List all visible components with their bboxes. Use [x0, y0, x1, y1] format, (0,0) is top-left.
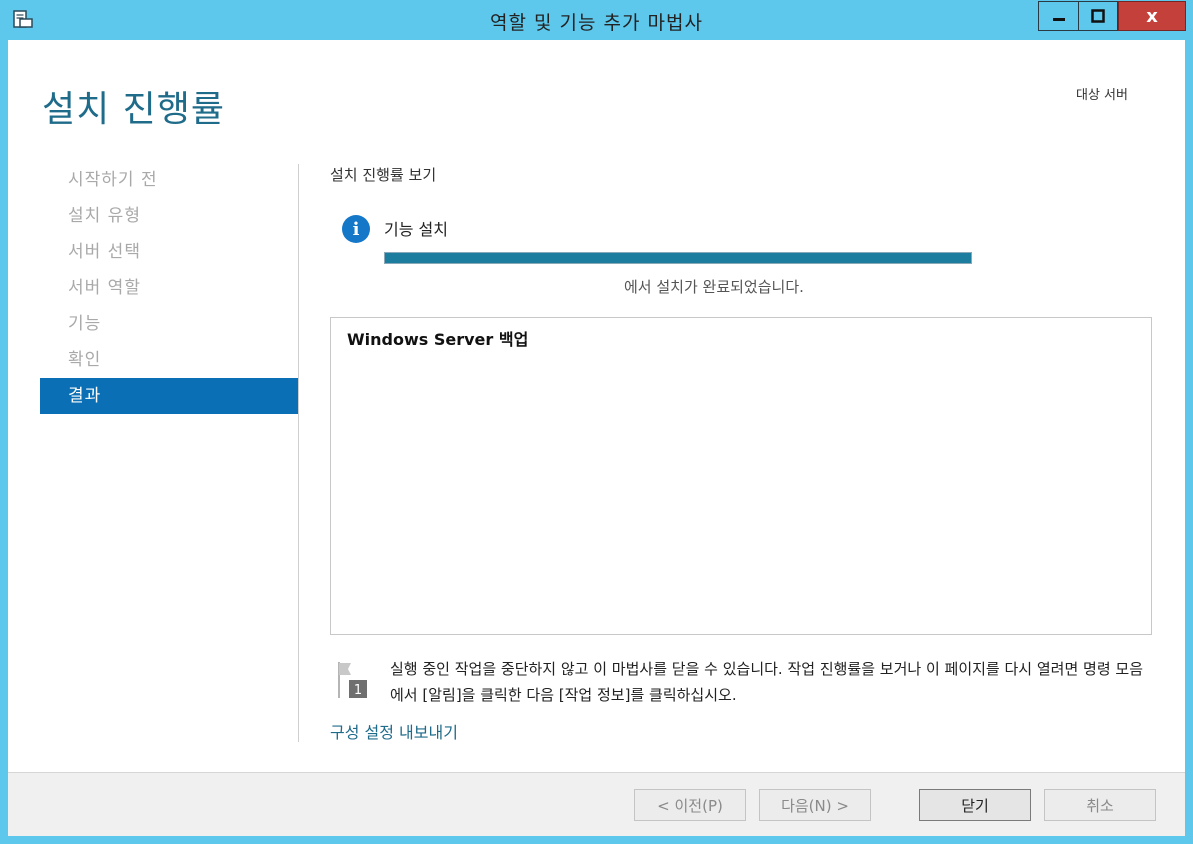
progress-fill — [385, 253, 971, 263]
nav-item-server-roles: 서버 역할 — [68, 278, 141, 298]
wizard-footer: < 이전(P) 다음(N) > 닫기 취소 — [8, 772, 1185, 836]
install-status-title: 기능 설치 — [384, 220, 448, 239]
page-title: 설치 진행률 — [42, 89, 226, 130]
nav-item-features: 기능 — [68, 314, 102, 334]
flag-notification-icon: 1 — [338, 662, 367, 698]
nav-item-confirmation: 확인 — [68, 350, 102, 370]
target-server-value-redacted — [940, 104, 1152, 122]
list-item: Windows Server 백업 — [347, 330, 529, 349]
nav-item-server-selection: 서버 선택 — [68, 242, 141, 262]
close-button[interactable]: 닫기 — [919, 789, 1031, 821]
minimize-icon — [1052, 18, 1065, 21]
wizard-window: 역할 및 기능 추가 마법사 x 설치 진행률 대상 서버 시작하기 전 설치 … — [0, 0, 1193, 844]
nav-item-before-you-begin: 시작하기 전 — [68, 170, 158, 190]
next-button[interactable]: 다음(N) > — [759, 789, 871, 821]
target-server-label: 대상 서버 — [1076, 88, 1128, 103]
info-icon: i — [342, 215, 370, 243]
title-bar[interactable]: 역할 및 기능 추가 마법사 x — [0, 0, 1193, 40]
notification-badge: 1 — [354, 683, 362, 698]
maximize-button[interactable] — [1078, 1, 1118, 31]
install-progress-bar — [384, 252, 972, 264]
installed-features-list[interactable]: Windows Server 백업 — [330, 317, 1152, 635]
wizard-nav: 시작하기 전 설치 유형 서버 선택 서버 역할 기능 확인 결과 — [40, 162, 298, 414]
wizard-client-area: 설치 진행률 대상 서버 시작하기 전 설치 유형 서버 선택 서버 역할 기능… — [8, 40, 1185, 836]
window-title: 역할 및 기능 추가 마법사 — [490, 12, 703, 34]
cancel-button[interactable]: 취소 — [1044, 789, 1156, 821]
server-name-redacted — [372, 277, 626, 299]
close-icon: x — [1146, 5, 1158, 27]
minimize-button[interactable] — [1038, 1, 1078, 31]
nav-item-installation-type: 설치 유형 — [68, 206, 141, 226]
nav-item-results[interactable]: 결과 — [40, 378, 298, 414]
previous-button[interactable]: < 이전(P) — [634, 789, 746, 821]
close-wizard-note: 실행 중인 작업을 중단하지 않고 이 마법사를 닫을 수 있습니다. 작업 진… — [390, 660, 1143, 704]
maximize-icon — [1091, 9, 1105, 23]
section-heading: 설치 진행률 보기 — [330, 166, 437, 184]
nav-divider — [298, 164, 299, 742]
install-result-text: 에서 설치가 완료되었습니다. — [624, 278, 804, 296]
export-configuration-link[interactable]: 구성 설정 내보내기 — [330, 719, 458, 743]
close-window-button[interactable]: x — [1118, 1, 1186, 31]
